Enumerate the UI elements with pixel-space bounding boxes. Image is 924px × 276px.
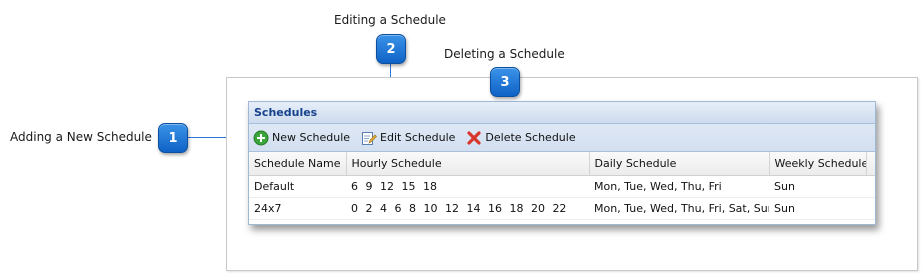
callout-marker-1: 1 (158, 123, 188, 153)
delete-schedule-label: Delete Schedule (485, 131, 576, 144)
add-icon (253, 130, 269, 146)
toolbar: New Schedule Edit Schedule Delete Schedu… (249, 124, 875, 152)
cell-hourly-schedule: 6 9 12 15 18 (346, 175, 589, 198)
cell-spacer (866, 197, 875, 220)
cell-schedule-name: Default (249, 175, 346, 198)
column-header-hourly-schedule[interactable]: Hourly Schedule (346, 152, 590, 176)
cell-weekly-schedule: Sun (769, 197, 866, 220)
cell-spacer (866, 175, 875, 198)
callout-label-delete: Deleting a Schedule (444, 47, 565, 61)
edit-schedule-button[interactable]: Edit Schedule (361, 130, 455, 146)
edit-icon (361, 130, 377, 146)
column-header-schedule-name[interactable]: Schedule Name (249, 152, 347, 176)
new-schedule-button[interactable]: New Schedule (253, 130, 350, 146)
new-schedule-label: New Schedule (272, 131, 351, 144)
delete-schedule-button[interactable]: Delete Schedule (466, 130, 576, 146)
callout-marker-2: 2 (376, 34, 406, 64)
callout-label-add: Adding a New Schedule (10, 130, 152, 144)
callout-marker-3: 3 (490, 67, 520, 97)
callout-label-edit: Editing a Schedule (334, 13, 446, 27)
table-row[interactable]: 24x7 0 2 4 6 8 10 12 14 16 18 20 22 Mon,… (249, 197, 875, 220)
cell-weekly-schedule: Sun (769, 175, 866, 198)
column-header-spacer (866, 152, 875, 176)
cell-hourly-schedule: 0 2 4 6 8 10 12 14 16 18 20 22 (346, 197, 589, 220)
edit-schedule-label: Edit Schedule (380, 131, 456, 144)
column-header-daily-schedule[interactable]: Daily Schedule (589, 152, 770, 176)
cell-daily-schedule: Mon, Tue, Wed, Thu, Fri (589, 175, 769, 198)
panel-title: Schedules (249, 102, 875, 124)
column-header-weekly-schedule[interactable]: Weekly Schedule (769, 152, 867, 176)
schedules-table: Schedule Name Hourly Schedule Daily Sche… (249, 152, 875, 220)
delete-icon (466, 130, 482, 146)
cell-schedule-name: 24x7 (249, 197, 346, 220)
table-row[interactable]: Default 6 9 12 15 18 Mon, Tue, Wed, Thu,… (249, 175, 875, 198)
schedules-panel: Schedules New Schedule Edit Schedule Del… (248, 101, 876, 225)
cell-daily-schedule: Mon, Tue, Wed, Thu, Fri, Sat, Sun (589, 197, 769, 220)
table-header-row: Schedule Name Hourly Schedule Daily Sche… (249, 152, 875, 176)
